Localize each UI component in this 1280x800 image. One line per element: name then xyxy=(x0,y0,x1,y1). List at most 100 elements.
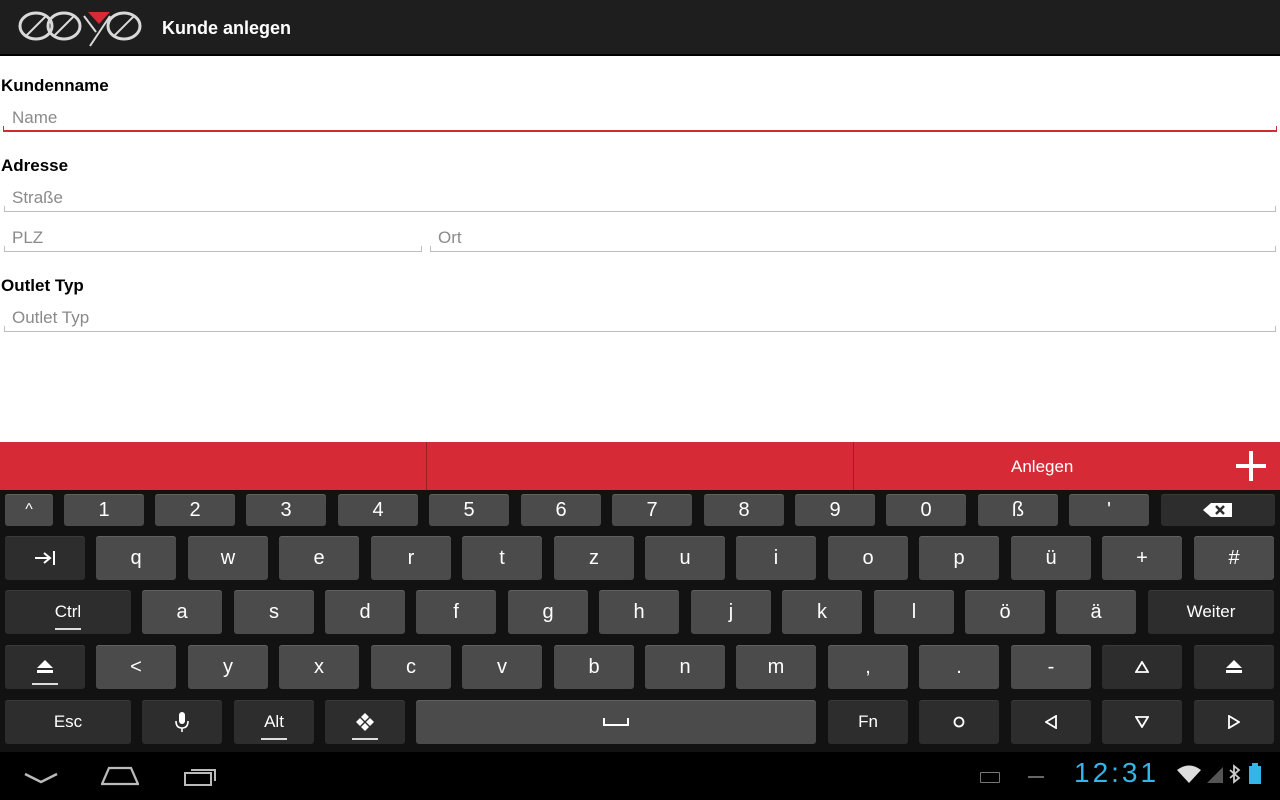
arrow-left-icon xyxy=(1045,715,1057,729)
key-x[interactable]: x xyxy=(279,645,359,689)
key-a[interactable]: a xyxy=(142,590,222,634)
notification-icon[interactable] xyxy=(1028,776,1044,778)
key-label: Ctrl xyxy=(54,602,82,621)
key-7[interactable]: 7 xyxy=(612,494,692,526)
key-backspace[interactable] xyxy=(1161,494,1275,526)
key-apostrophe[interactable]: ' xyxy=(1069,494,1149,526)
key-home[interactable] xyxy=(919,700,999,744)
recent-apps-icon[interactable] xyxy=(183,766,219,786)
key-label: 6 xyxy=(555,498,567,521)
key-v[interactable]: v xyxy=(462,645,542,689)
key-s[interactable]: s xyxy=(234,590,314,634)
key-less-than[interactable]: < xyxy=(96,645,176,689)
key-p[interactable]: p xyxy=(919,536,999,580)
action-slot-2[interactable] xyxy=(427,442,853,490)
key-4[interactable]: 4 xyxy=(338,494,418,526)
space-icon xyxy=(603,718,629,726)
app-logo[interactable] xyxy=(18,8,142,48)
bluetooth-icon xyxy=(1229,764,1241,784)
create-button[interactable]: Anlegen xyxy=(854,442,1280,490)
key-label: + xyxy=(1136,546,1148,569)
modifier-indicator xyxy=(261,738,287,740)
key-label: m xyxy=(767,655,785,678)
key-i[interactable]: i xyxy=(736,536,816,580)
key-k[interactable]: k xyxy=(782,590,862,634)
key-5[interactable]: 5 xyxy=(429,494,509,526)
key-hash[interactable]: # xyxy=(1194,536,1274,580)
key-mic[interactable] xyxy=(142,700,222,744)
key-label: p xyxy=(953,546,965,569)
keyboard-icon[interactable] xyxy=(980,772,1000,783)
key-6[interactable]: 6 xyxy=(521,494,601,526)
key-comma[interactable]: , xyxy=(828,645,908,689)
plus-icon[interactable] xyxy=(1236,451,1266,481)
key-n[interactable]: n xyxy=(645,645,725,689)
key-2[interactable]: 2 xyxy=(155,494,235,526)
home-icon[interactable] xyxy=(101,766,139,786)
key-z[interactable]: z xyxy=(554,536,634,580)
customer-name-label: Kundenname xyxy=(1,76,109,95)
settings-diamond-icon xyxy=(356,713,374,731)
key-arrow-right[interactable] xyxy=(1194,700,1274,744)
key-plus[interactable]: + xyxy=(1102,536,1182,580)
key-alt[interactable]: Alt xyxy=(234,700,314,744)
on-screen-keyboard: ^ 1 2 3 4 5 6 7 8 9 0 ß ' q w e r t z u … xyxy=(0,490,1280,752)
key-shift-right[interactable] xyxy=(1194,645,1274,689)
customer-name-underline xyxy=(3,126,1277,132)
key-w[interactable]: w xyxy=(188,536,268,580)
key-ae[interactable]: ä xyxy=(1056,590,1136,634)
key-f[interactable]: f xyxy=(416,590,496,634)
key-u[interactable]: u xyxy=(645,536,725,580)
key-label: . xyxy=(956,655,962,678)
key-label: Weiter xyxy=(1186,602,1236,621)
key-label: l xyxy=(911,600,917,623)
key-9[interactable]: 9 xyxy=(795,494,875,526)
key-arrow-up[interactable] xyxy=(1102,645,1182,689)
key-t[interactable]: t xyxy=(462,536,542,580)
key-1[interactable]: 1 xyxy=(64,494,144,526)
key-caret[interactable]: ^ xyxy=(5,494,53,526)
key-space[interactable] xyxy=(416,700,816,744)
key-3[interactable]: 3 xyxy=(246,494,326,526)
signal-icon xyxy=(1207,767,1223,783)
key-weiter[interactable]: Weiter xyxy=(1148,590,1274,634)
key-fn[interactable]: Fn xyxy=(828,700,908,744)
key-label: ä xyxy=(1090,600,1102,623)
key-oe[interactable]: ö xyxy=(965,590,1045,634)
address-label: Adresse xyxy=(1,156,69,175)
key-arrow-down[interactable] xyxy=(1102,700,1182,744)
key-l[interactable]: l xyxy=(874,590,954,634)
key-q[interactable]: q xyxy=(96,536,176,580)
key-o[interactable]: o xyxy=(828,536,908,580)
key-settings[interactable] xyxy=(325,700,405,744)
key-shift-left[interactable] xyxy=(5,645,85,689)
key-label: Esc xyxy=(53,712,83,731)
key-g[interactable]: g xyxy=(508,590,588,634)
status-clock[interactable]: 12:31 xyxy=(1074,757,1159,789)
key-h[interactable]: h xyxy=(599,590,679,634)
key-ue[interactable]: ü xyxy=(1011,536,1091,580)
key-period[interactable]: . xyxy=(919,645,999,689)
key-minus[interactable]: - xyxy=(1011,645,1091,689)
back-icon[interactable] xyxy=(24,772,58,784)
key-label: 7 xyxy=(646,498,658,521)
key-d[interactable]: d xyxy=(325,590,405,634)
key-esc[interactable]: Esc xyxy=(5,700,131,744)
key-label: 3 xyxy=(280,498,292,521)
key-8[interactable]: 8 xyxy=(704,494,784,526)
key-y[interactable]: y xyxy=(188,645,268,689)
key-m[interactable]: m xyxy=(736,645,816,689)
action-slot-1[interactable] xyxy=(0,442,426,490)
key-0[interactable]: 0 xyxy=(886,494,966,526)
key-c[interactable]: c xyxy=(371,645,451,689)
key-tab[interactable] xyxy=(5,536,85,580)
key-j[interactable]: j xyxy=(691,590,771,634)
key-e[interactable]: e xyxy=(279,536,359,580)
key-eszett[interactable]: ß xyxy=(978,494,1058,526)
key-ctrl[interactable]: Ctrl xyxy=(5,590,131,634)
key-label: , xyxy=(865,655,871,678)
key-b[interactable]: b xyxy=(554,645,634,689)
key-arrow-left[interactable] xyxy=(1011,700,1091,744)
wifi-icon xyxy=(1177,765,1201,783)
key-r[interactable]: r xyxy=(371,536,451,580)
